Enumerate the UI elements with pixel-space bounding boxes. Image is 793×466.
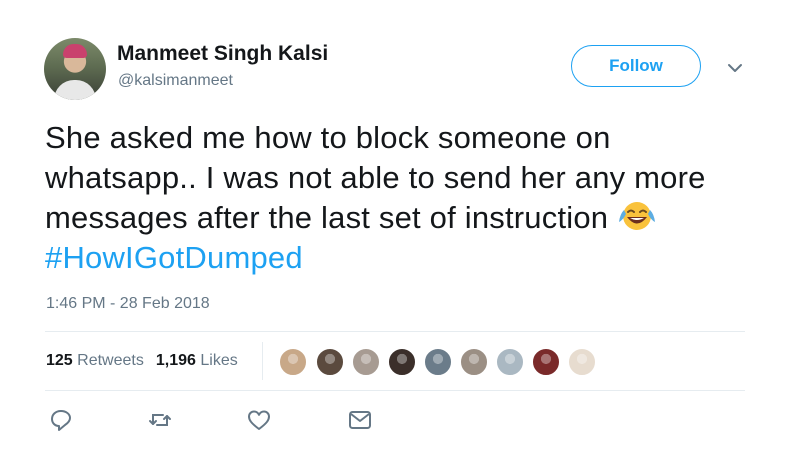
tweet-timestamp[interactable]: 1:46 PM - 28 Feb 2018 <box>46 295 210 313</box>
author-handle[interactable]: @kalsimanmeet <box>118 72 233 90</box>
tweet-stats: 125 Retweets 1,196 Likes <box>46 352 238 370</box>
retweets-label: Retweets <box>77 352 144 369</box>
avatar-turban <box>63 44 87 58</box>
liker-avatar[interactable] <box>423 347 453 377</box>
author-avatar[interactable] <box>44 38 106 100</box>
liker-avatar[interactable] <box>495 347 525 377</box>
retweet-icon[interactable] <box>147 407 173 433</box>
liker-avatar[interactable] <box>278 347 308 377</box>
retweets-stat[interactable]: 125 Retweets <box>46 352 144 370</box>
tweet-text: She asked me how to block someone on wha… <box>45 118 745 278</box>
liker-avatar[interactable] <box>459 347 489 377</box>
message-icon[interactable] <box>347 407 373 433</box>
chevron-down-icon[interactable] <box>725 60 745 76</box>
likes-stat[interactable]: 1,196 Likes <box>156 352 238 370</box>
avatar-shirt <box>54 80 96 100</box>
liker-avatar[interactable] <box>531 347 561 377</box>
liker-avatar[interactable] <box>567 347 597 377</box>
hashtag-link[interactable]: #HowIGotDumped <box>45 240 303 275</box>
likes-label: Likes <box>200 352 238 369</box>
tweet-actions <box>46 407 386 433</box>
stats-separator <box>262 342 263 380</box>
follow-button[interactable]: Follow <box>571 45 701 87</box>
divider-top <box>45 331 745 332</box>
author-name[interactable]: Manmeet Singh Kalsi <box>117 42 328 66</box>
liker-avatar[interactable] <box>351 347 381 377</box>
retweets-count: 125 <box>46 352 73 369</box>
likes-count: 1,196 <box>155 352 196 369</box>
reply-icon[interactable] <box>48 407 74 433</box>
liker-avatar[interactable] <box>315 347 345 377</box>
tears-of-joy-emoji-icon <box>619 202 656 230</box>
tweet-body: She asked me how to block someone on wha… <box>45 120 706 235</box>
liker-avatar[interactable] <box>387 347 417 377</box>
heart-icon[interactable] <box>246 407 272 433</box>
divider-bottom <box>45 390 745 391</box>
